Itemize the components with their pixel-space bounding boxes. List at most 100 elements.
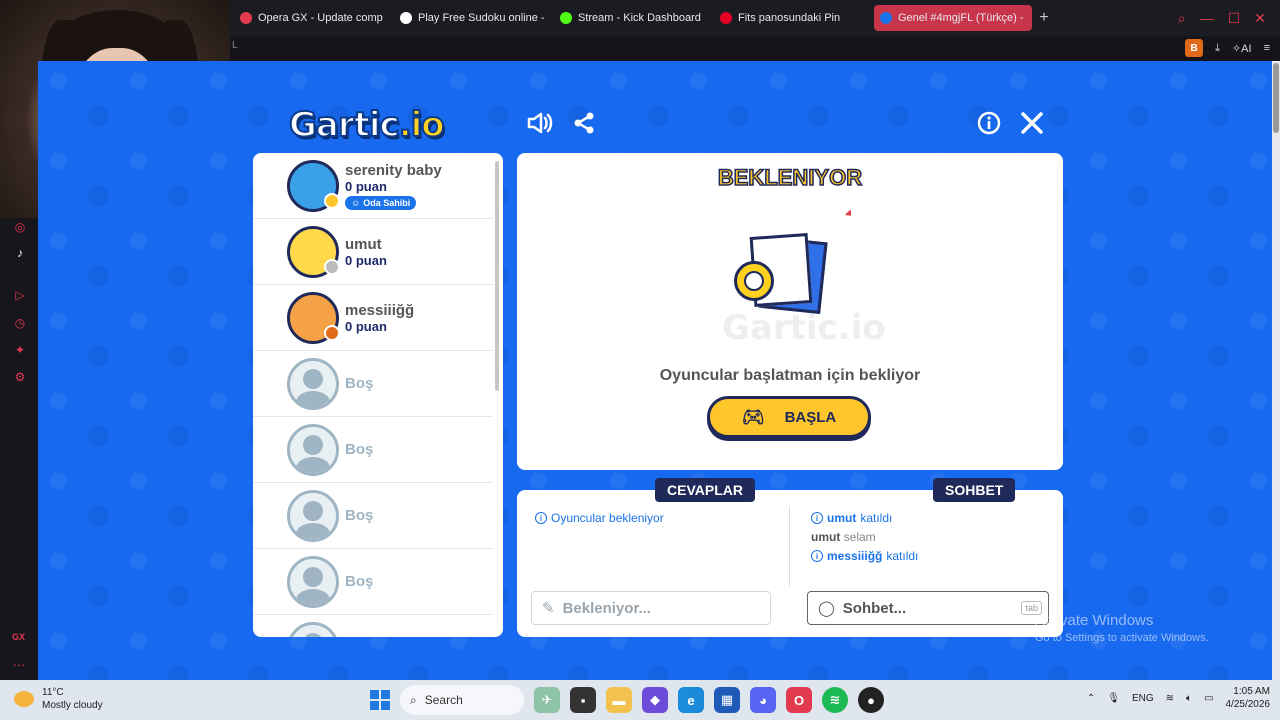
player-score: 0 puan bbox=[345, 252, 387, 268]
browser-tab-label: Stream - Kick Dashboard bbox=[578, 12, 701, 24]
discord-icon[interactable]: ◕ bbox=[750, 687, 776, 713]
tab-answers[interactable]: CEVAPLAR bbox=[655, 478, 755, 502]
pencil-icon: ✎ bbox=[542, 600, 555, 617]
empty-slot: Boş bbox=[253, 549, 493, 615]
empty-avatar-icon bbox=[287, 621, 339, 637]
browser-tab-label: Play Free Sudoku online - bbox=[418, 12, 545, 24]
battery-icon[interactable]: ▭ bbox=[1204, 693, 1213, 704]
mouse-cursor bbox=[844, 209, 855, 219]
opera-icon[interactable]: O bbox=[786, 687, 812, 713]
main-panel: BEKLENIYOR Gartic.io Oyuncular başlatman… bbox=[517, 153, 1063, 470]
language-indicator[interactable]: ENG bbox=[1132, 693, 1154, 704]
widget-plane-icon[interactable]: ✈ bbox=[534, 687, 560, 713]
start-icon[interactable] bbox=[370, 690, 390, 710]
pinterest-icon bbox=[720, 12, 732, 24]
minimize-icon[interactable]: — bbox=[1200, 10, 1214, 26]
close-window-icon[interactable]: ✕ bbox=[1254, 10, 1266, 27]
history-icon[interactable]: ◷ bbox=[12, 316, 28, 332]
browser-tab[interactable]: Stream - Kick Dashboard bbox=[554, 5, 712, 31]
empty-slot-label: Boş bbox=[345, 507, 374, 524]
taskbar-clock[interactable]: 1:05 AM 4/25/2026 bbox=[1226, 685, 1271, 711]
sudoku-icon bbox=[400, 12, 412, 24]
address-text[interactable]: L bbox=[232, 40, 238, 51]
store-icon[interactable]: ▦ bbox=[714, 687, 740, 713]
opera-icon bbox=[240, 12, 252, 24]
answer-input[interactable]: ✎ Bekleniyor... bbox=[531, 591, 771, 625]
info-small-icon: i bbox=[811, 550, 823, 562]
chat-message: i messiiiğğ katıldı bbox=[811, 549, 918, 563]
kick-icon bbox=[560, 12, 572, 24]
more-icon[interactable]: ⋯ bbox=[13, 658, 25, 672]
activate-windows-watermark: Activate Windows Go to Settings to activ… bbox=[1035, 612, 1209, 644]
player-row[interactable]: umut 0 puan bbox=[253, 219, 493, 285]
wifi-icon[interactable]: ≋ bbox=[1166, 693, 1174, 704]
player-name: umut bbox=[345, 235, 382, 253]
browser-tab-label: Genel #4mgjFL (Türkçe) - bbox=[898, 12, 1024, 24]
file-explorer-icon[interactable]: ▬ bbox=[606, 687, 632, 713]
volume-icon[interactable]: 🔈︎ bbox=[1186, 693, 1192, 704]
empty-avatar-icon bbox=[287, 489, 339, 542]
browser-tab-label: Fits panosundaki Pin bbox=[738, 12, 841, 24]
info-icon[interactable] bbox=[975, 109, 1003, 137]
empty-slot-label: Boş bbox=[345, 573, 374, 590]
game-area: Gartic.io serenity baby 0 puan ☺ Oda Sahibi… bbox=[38, 61, 1280, 680]
copilot-icon[interactable]: ◆ bbox=[642, 687, 668, 713]
status-dot bbox=[324, 325, 340, 341]
player-score: 0 puan bbox=[345, 178, 387, 194]
info-small-icon: i bbox=[535, 512, 547, 524]
status-title: BEKLENIYOR bbox=[717, 164, 863, 191]
menu-icon[interactable]: ≡ bbox=[1264, 42, 1270, 54]
empty-slot: Boş bbox=[253, 351, 493, 417]
obs-icon[interactable]: ● bbox=[858, 687, 884, 713]
search-icon[interactable]: ⌕ bbox=[1178, 10, 1186, 27]
tiktok-icon[interactable]: ♪ bbox=[12, 246, 28, 262]
start-button-label: BAŞLA bbox=[784, 408, 837, 426]
extensions-icon[interactable]: ✦ bbox=[12, 343, 28, 359]
empty-slot-label: Boş bbox=[345, 441, 374, 458]
browser-sidebar: ◎ ♪ ▷ ◷ ✦ ⚙ GX ⋯ bbox=[0, 218, 38, 680]
close-icon[interactable] bbox=[1018, 109, 1046, 137]
page-scrollbar[interactable] bbox=[1272, 61, 1280, 680]
instagram-icon[interactable]: ◎ bbox=[12, 220, 28, 236]
ai-button[interactable]: ✧AI bbox=[1232, 42, 1252, 55]
start-button[interactable]: 🎮︎ BAŞLA bbox=[707, 396, 871, 438]
tab-chat[interactable]: SOHBET bbox=[933, 478, 1016, 502]
browser-tab[interactable]: Genel #4mgjFL (Türkçe) - bbox=[874, 5, 1032, 31]
settings-icon[interactable]: ⚙ bbox=[12, 370, 28, 386]
download-icon[interactable]: ⤓ bbox=[1215, 42, 1220, 55]
empty-avatar-icon bbox=[287, 357, 339, 410]
empty-slot-label: Boş bbox=[345, 375, 374, 392]
spotify-icon[interactable]: ≋ bbox=[822, 687, 848, 713]
taskbar: 11°C Mostly cloudy ⌕ Search ✈ ▪ ▬ ◆ e ▦ ◕ … bbox=[0, 680, 1280, 720]
chat-input[interactable]: ◯ Sohbet... tab bbox=[807, 591, 1049, 625]
new-tab-button[interactable]: + bbox=[1034, 9, 1054, 27]
browser-tabbar: Opera GX - Update comp Play Free Sudoku o… bbox=[230, 0, 1280, 36]
profile-badge[interactable]: B bbox=[1185, 39, 1204, 57]
browser-tab[interactable]: Fits panosundaki Pin bbox=[714, 5, 872, 31]
browser-tab[interactable]: Opera GX - Update comp bbox=[234, 5, 392, 31]
gartic-logo: Gartic.io bbox=[288, 104, 446, 146]
player-row[interactable]: messiiiğğ 0 puan bbox=[253, 285, 493, 351]
edge-icon[interactable]: e bbox=[678, 687, 704, 713]
player-row[interactable]: serenity baby 0 puan ☺ Oda Sahibi bbox=[253, 153, 493, 219]
microphone-icon[interactable]: 🎙︎ bbox=[1107, 693, 1120, 704]
empty-avatar-icon bbox=[287, 423, 339, 476]
share-icon[interactable] bbox=[570, 109, 598, 137]
gx-icon[interactable]: GX bbox=[12, 632, 25, 642]
weather-widget[interactable]: 11°C Mostly cloudy bbox=[14, 686, 103, 712]
maximize-icon[interactable]: ☐ bbox=[1228, 10, 1241, 27]
players-scrollbar[interactable] bbox=[495, 161, 499, 391]
player-icon[interactable]: ▷ bbox=[12, 288, 28, 304]
sound-icon[interactable] bbox=[526, 109, 554, 137]
chat-message: umut selam bbox=[811, 530, 876, 544]
terminal-icon[interactable]: ▪ bbox=[570, 687, 596, 713]
status-dot bbox=[324, 259, 340, 275]
player-score: 0 puan bbox=[345, 318, 387, 334]
window-controls: ⌕ — ☐ ✕ bbox=[1178, 0, 1280, 36]
empty-slot: Boş bbox=[253, 417, 493, 483]
chevron-up-icon[interactable]: ⌃ bbox=[1087, 693, 1095, 704]
taskbar-search[interactable]: ⌕ Search bbox=[400, 685, 524, 715]
browser-tab[interactable]: Play Free Sudoku online - bbox=[394, 5, 552, 31]
empty-slot: Boş bbox=[253, 615, 493, 637]
clock-icon bbox=[734, 261, 774, 301]
